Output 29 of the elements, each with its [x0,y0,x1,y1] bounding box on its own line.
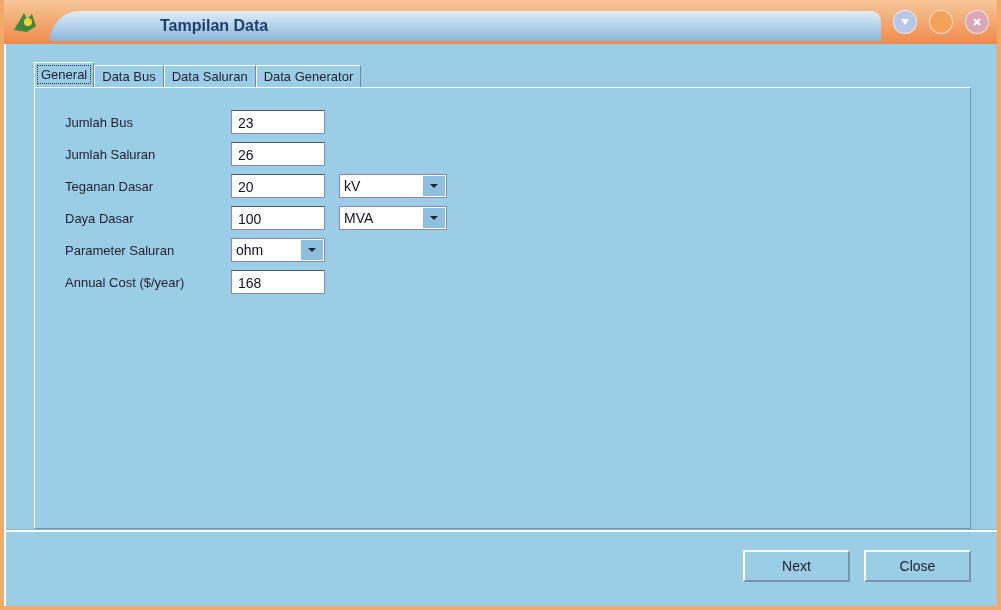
caret-icon [900,18,910,26]
field-label: Parameter Saluran [65,242,176,258]
input-field[interactable]: 23 [231,110,325,134]
close-icon [972,17,982,27]
input-field[interactable]: 20 [231,174,325,198]
field-label: Jumlah Saluran [65,146,157,162]
tab[interactable]: Data Bus [94,65,164,87]
field-label: Jumlah Bus [65,114,134,130]
caret-icon [307,247,317,253]
input-field[interactable]: 168 [231,270,325,294]
tab[interactable]: Data Generator [255,65,362,87]
unit-dropdown[interactable]: kV [339,174,447,198]
caret-icon [429,215,439,221]
field-label: Teganan Dasar [65,178,155,194]
tab[interactable]: Data Saluran [163,65,256,87]
field-label: Annual Cost ($/year) [65,274,186,290]
input-field[interactable]: 100 [231,206,325,230]
dialog-button[interactable]: Close [864,550,971,582]
dropdown[interactable]: ohm [231,238,325,262]
field-label: Daya Dasar [65,210,135,226]
unit-dropdown[interactable]: MVA [339,206,447,230]
caret-icon [429,183,439,189]
help-button[interactable] [893,10,917,34]
tab[interactable]: General [34,62,95,87]
window-title: Tampilan Data [160,17,269,35]
close-button[interactable] [965,10,989,34]
dialog-button[interactable]: Next [743,550,850,582]
input-field[interactable]: 26 [231,142,325,166]
maximize-button[interactable] [929,10,953,34]
